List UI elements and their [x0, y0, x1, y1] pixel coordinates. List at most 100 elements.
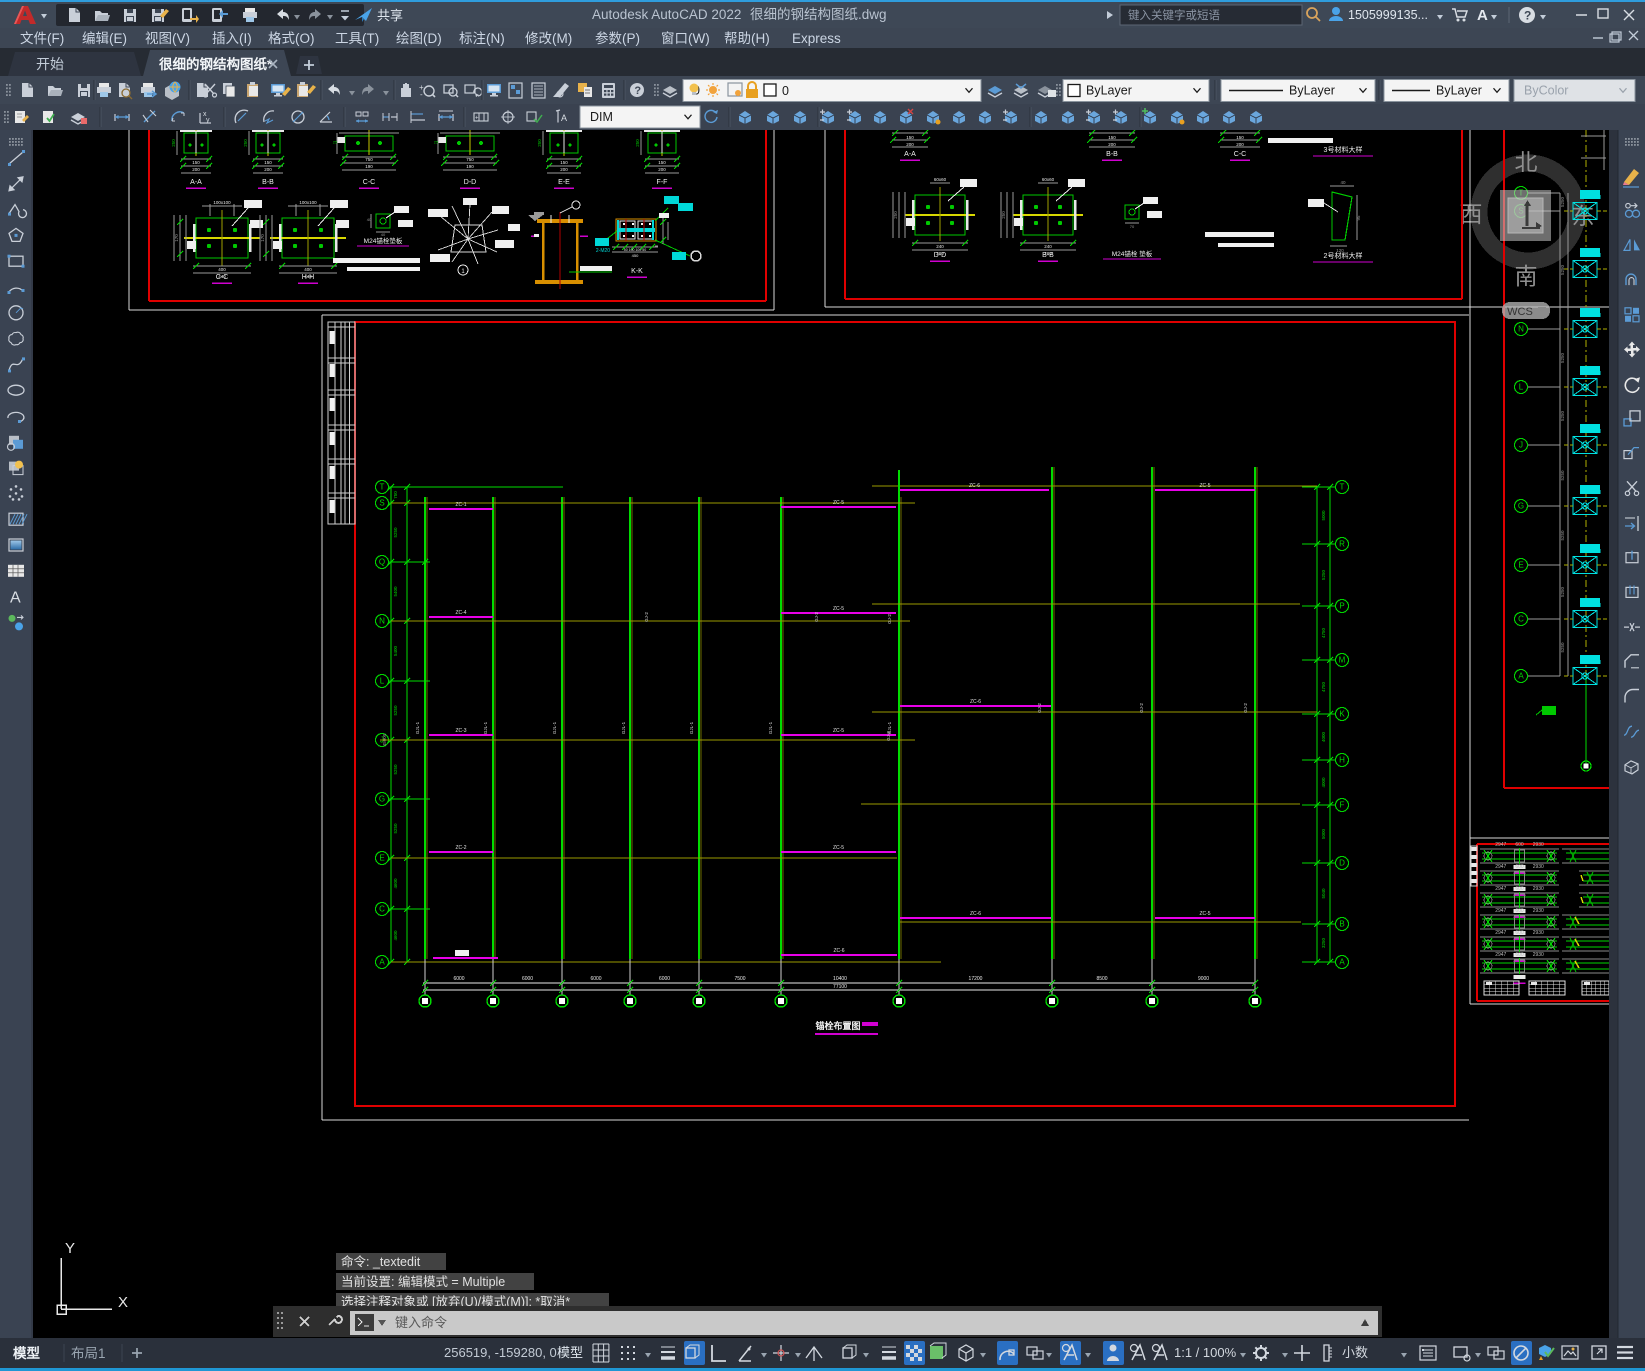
svg-text:GJ-2: GJ-2 — [1139, 703, 1144, 713]
svg-text:4000: 4000 — [1321, 777, 1326, 788]
svg-text:模型: 模型 — [557, 1345, 583, 1360]
svg-text:小数: 小数 — [1342, 1345, 1368, 1360]
svg-text:95: 95 — [1356, 215, 1361, 221]
svg-text:GJL-1: GJL-1 — [621, 721, 626, 734]
svg-text:10400: 10400 — [833, 976, 847, 982]
svg-text:R: R — [1339, 540, 1345, 549]
svg-text:8500: 8500 — [1096, 976, 1107, 982]
svg-text:250: 250 — [635, 139, 640, 147]
svg-text:D: D — [1339, 859, 1345, 868]
svg-text:200: 200 — [906, 142, 914, 147]
svg-text:C-C: C-C — [216, 274, 228, 281]
svg-text:键入命令: 键入命令 — [395, 1315, 447, 1330]
svg-text:A-A: A-A — [190, 179, 202, 186]
svg-text:E: E — [1518, 561, 1523, 570]
svg-text:1:1 / 100%: 1:1 / 100% — [1174, 1345, 1237, 1360]
svg-text:共享: 共享 — [377, 8, 403, 23]
svg-text:750: 750 — [393, 491, 398, 499]
svg-text:ByLayer: ByLayer — [1436, 84, 1482, 98]
svg-text:X: X — [118, 1294, 128, 1311]
svg-text:5250: 5250 — [1560, 530, 1565, 541]
svg-text:150: 150 — [192, 160, 200, 165]
svg-text:100x100: 100x100 — [299, 200, 317, 205]
svg-text:600: 600 — [1515, 842, 1524, 848]
svg-text:2930: 2930 — [1533, 842, 1544, 848]
svg-text:A-A: A-A — [904, 151, 916, 158]
svg-text:窗口(W): 窗口(W) — [661, 30, 710, 46]
svg-text:+: + — [475, 116, 479, 122]
svg-text:绘图(D): 绘图(D) — [396, 31, 442, 46]
svg-text:P: P — [1339, 602, 1344, 611]
svg-text:150: 150 — [560, 160, 568, 165]
svg-text:0: 0 — [782, 84, 789, 98]
svg-text:命令: _textedit: 命令: _textedit — [341, 1254, 421, 1269]
svg-text:GJL-1: GJL-1 — [552, 721, 557, 734]
svg-text:很细的钢结构图纸.dwg: 很细的钢结构图纸.dwg — [750, 7, 887, 22]
svg-text:2-M20: 2-M20 — [596, 248, 610, 254]
svg-text:4000: 4000 — [1321, 731, 1326, 742]
svg-text:视图(V): 视图(V) — [145, 31, 190, 46]
svg-text:5000: 5000 — [1321, 828, 1326, 839]
svg-text:Y: Y — [65, 1240, 75, 1257]
svg-text:B-B: B-B — [1042, 252, 1054, 259]
svg-text:GJ-2: GJ-2 — [886, 731, 891, 741]
svg-text:L: L — [1519, 383, 1524, 392]
svg-text:格式(O): 格式(O) — [268, 31, 315, 46]
svg-text:5250: 5250 — [393, 527, 398, 538]
svg-text:750: 750 — [466, 157, 474, 162]
svg-text:ZC-4: ZC-4 — [455, 610, 466, 616]
svg-text:Autodesk AutoCAD 2022: Autodesk AutoCAD 2022 — [592, 7, 741, 22]
svg-text:D-D: D-D — [934, 252, 946, 259]
svg-text:150: 150 — [658, 160, 666, 165]
svg-text:F: F — [1340, 801, 1345, 810]
svg-text:GJ-2: GJ-2 — [644, 612, 649, 622]
svg-text:A: A — [10, 590, 21, 607]
svg-text:4600: 4600 — [393, 930, 398, 941]
svg-text:修改(M): 修改(M) — [525, 31, 572, 46]
svg-text:2947: 2947 — [1495, 842, 1506, 848]
svg-text:GJ-2: GJ-2 — [1037, 703, 1042, 713]
svg-text:2930: 2930 — [1533, 864, 1544, 870]
svg-text:5250: 5250 — [1560, 586, 1565, 597]
svg-text:7500: 7500 — [734, 976, 745, 982]
svg-text:M24锚栓 垫板: M24锚栓 垫板 — [1112, 249, 1153, 258]
svg-text:开始: 开始 — [36, 56, 64, 72]
svg-text:Express: Express — [792, 31, 841, 46]
svg-text:H: H — [1339, 756, 1345, 765]
svg-text:5250: 5250 — [1560, 196, 1565, 207]
svg-text:60x60: 60x60 — [934, 177, 947, 182]
svg-text:ZC-5: ZC-5 — [1199, 911, 1210, 917]
svg-text:ZC-5: ZC-5 — [833, 845, 844, 851]
svg-text:WCS: WCS — [1507, 306, 1533, 318]
svg-text:600: 600 — [1515, 930, 1524, 936]
svg-text:256519, -159280, 0: 256519, -159280, 0 — [444, 1345, 557, 1360]
svg-text:40: 40 — [367, 217, 372, 222]
svg-text:4600: 4600 — [393, 878, 398, 889]
svg-text:400: 400 — [218, 267, 226, 272]
svg-text:北: 北 — [1515, 149, 1538, 175]
svg-text:250: 250 — [243, 139, 248, 147]
svg-text:250: 250 — [537, 139, 542, 147]
svg-text:50 100 100 50: 50 100 100 50 — [624, 248, 646, 252]
svg-text:T: T — [1340, 483, 1345, 492]
svg-text:17200: 17200 — [969, 976, 983, 982]
svg-text:6000: 6000 — [590, 976, 601, 982]
svg-text:C-C: C-C — [363, 179, 375, 186]
svg-text:70: 70 — [1130, 224, 1135, 229]
svg-text:E-E: E-E — [558, 179, 570, 186]
svg-text:?: ? — [1524, 9, 1531, 23]
svg-text:2930: 2930 — [1533, 952, 1544, 958]
svg-text:ZC-1: ZC-1 — [455, 502, 466, 508]
svg-text:GJL-1: GJL-1 — [768, 721, 773, 734]
svg-text:S: S — [379, 499, 384, 508]
svg-text:H-H: H-H — [302, 274, 314, 281]
svg-text:2947: 2947 — [1495, 886, 1506, 892]
svg-text:J: J — [1519, 441, 1523, 450]
svg-text:ZC-5: ZC-5 — [833, 500, 844, 506]
svg-text:250: 250 — [1001, 211, 1006, 219]
svg-text:插入(I): 插入(I) — [212, 31, 252, 46]
svg-text:5250: 5250 — [1560, 470, 1565, 481]
svg-text:A: A — [1477, 7, 1488, 24]
svg-text:GJ-2: GJ-2 — [814, 612, 819, 622]
svg-text:L: L — [380, 677, 385, 686]
